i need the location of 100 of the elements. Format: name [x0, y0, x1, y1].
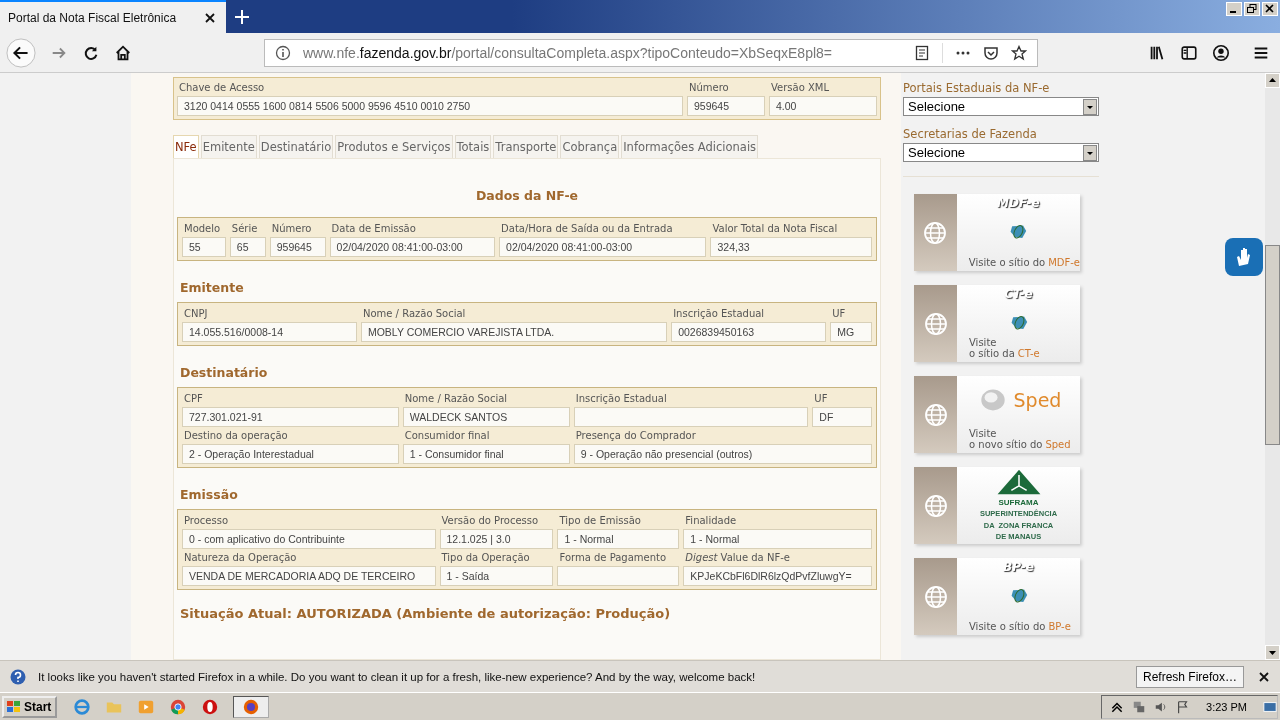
field-label: Forma de Pagamento [558, 551, 668, 565]
field-label: Série [230, 222, 259, 236]
field-value: VENDA DE MERCADORIA ADQ DE TERCEIRO [182, 566, 436, 586]
taskbar-app[interactable] [233, 695, 270, 718]
sidebar-icon[interactable] [1180, 43, 1198, 62]
refresh-button[interactable]: Refresh Firefox… [1135, 665, 1244, 688]
new-tab-icon[interactable] [234, 8, 250, 25]
logo-text: CT-e [1004, 287, 1033, 303]
field-label: Inscrição Estadual [672, 307, 766, 321]
account-icon[interactable] [1212, 43, 1230, 62]
field-value: 12.1.025 | 3.0 [439, 529, 554, 549]
field-value: 0 - com aplicativo do Contribuinte [182, 529, 436, 549]
globe-icon [923, 311, 948, 336]
home-icon[interactable] [114, 43, 132, 62]
tab[interactable]: Produtos e Serviços [335, 135, 453, 158]
flag-icon[interactable] [1176, 699, 1191, 714]
chrome-icon[interactable] [169, 697, 188, 716]
field-value: 1 - Consumidor final [402, 444, 570, 464]
info-icon[interactable] [275, 44, 291, 61]
field-value: 3120 0414 0555 1600 0814 5506 5000 9596 4510 0010 2750 [177, 96, 683, 116]
section-heading: Emissão [180, 487, 239, 502]
close-icon[interactable] [1258, 670, 1270, 683]
logo-text: BP-e [1003, 560, 1034, 576]
field-value: 14.055.516/0008-14 [182, 322, 357, 342]
banner-caption: o sítio da CT-e [969, 348, 1041, 359]
tab[interactable]: Totais [454, 135, 492, 158]
field-label: Chave de Acesso [178, 81, 266, 95]
field-value: MOBLY COMERCIO VAREJISTA LTDA. [360, 322, 668, 342]
star-icon[interactable] [1011, 44, 1027, 61]
field-value: 55 [182, 237, 226, 257]
tab[interactable]: Destinatário [258, 135, 334, 158]
field-label: Modelo [183, 222, 222, 236]
field-label: Data de Emissão [330, 222, 417, 236]
close-icon[interactable] [204, 11, 216, 24]
scroll-down-icon[interactable] [1265, 645, 1280, 660]
tab[interactable]: Informações Adicionais [621, 135, 759, 158]
restore-icon[interactable] [1244, 2, 1260, 16]
field-label: Destino da operação [183, 429, 289, 443]
field-value: 727.301.021-91 [182, 407, 399, 427]
field-label: Versão XML [770, 81, 830, 95]
tab[interactable]: NFe [173, 135, 199, 158]
dropdown[interactable]: Selecione [903, 97, 1099, 116]
browser-tab[interactable]: Portal da Nota Fiscal Eletrônica [0, 0, 226, 33]
accessibility-button[interactable] [1225, 238, 1263, 276]
field-value: 959645 [687, 96, 765, 116]
field-value: KPJeKCbFl6DlR6lzQdPvfZluwgY= [683, 566, 872, 586]
field-label: Data/Hora de Saída ou da Entrada [500, 222, 674, 236]
field-label: Inscrição Estadual [574, 392, 668, 406]
field-label: Digest Value da NF-e [684, 551, 791, 565]
field-value: WALDECK SANTOS [402, 407, 570, 427]
ring-app-icon[interactable] [201, 697, 220, 716]
field-value: 02/04/2020 08:41:00-03:00 [329, 237, 496, 257]
field-value: MG [830, 322, 872, 342]
banner-caption: Visite o sítio do BP-e [969, 621, 1072, 632]
clock: 3:23 PM [1206, 700, 1247, 713]
library-icon[interactable] [1148, 43, 1166, 62]
start-button[interactable]: Start [2, 695, 58, 718]
reader-view-icon[interactable] [914, 44, 930, 61]
triangle-emblem-icon [995, 469, 1042, 495]
field-label: Tipo de Emissão [558, 514, 642, 528]
globe-icon [923, 493, 948, 518]
field-label: Valor Total da Nota Fiscal [711, 222, 839, 236]
field-label: UF [831, 307, 847, 321]
select-label: Portais Estaduais da NF-e [903, 81, 1051, 97]
field-label: Número [270, 222, 313, 236]
help-icon [10, 668, 26, 685]
field-value: 02/04/2020 08:41:00-03:00 [499, 237, 707, 257]
pocket-icon[interactable] [983, 44, 999, 61]
field-value: DF [812, 407, 872, 427]
field-label: Tipo da Operação [440, 551, 531, 565]
globe-icon [923, 402, 948, 427]
notification-message: It looks like you haven't started Firefox in a while. Do you want to clean it up for a fresh, like-new experience? And by the way, welcome back! [38, 670, 757, 683]
network-icon[interactable] [1132, 699, 1147, 714]
field-label: Versão do Processo [440, 514, 540, 528]
minimize-icon[interactable] [1226, 2, 1242, 16]
section-heading: Emitente [180, 280, 245, 295]
banner-caption: Visite o sítio do MDF-e [968, 257, 1080, 268]
field-value: 324,33 [710, 237, 872, 257]
field-label: Natureza da Operação [183, 551, 298, 565]
address-bar[interactable]: www.nfe.fazenda.gov.br/portal/consultaCompleta.aspx?tipoConteudo=XbSeqxE8pl8= [264, 38, 1038, 67]
logo-text: Sped [1013, 388, 1062, 412]
field-label: CPF [183, 392, 204, 406]
logo-text: SUFRAMA [998, 497, 1039, 507]
tab[interactable]: Transporte [493, 135, 559, 158]
tab[interactable]: Cobrança [560, 135, 620, 158]
field-label: Presença do Comprador [574, 429, 697, 443]
panel-title: Dados da NF-e [474, 188, 580, 203]
scrollbar[interactable] [1265, 73, 1280, 660]
scroll-up-icon[interactable] [1265, 73, 1280, 88]
field-label: Processo [183, 514, 230, 528]
back-icon[interactable] [6, 37, 36, 68]
banner-caption: Visite [969, 428, 998, 439]
dropdown[interactable]: Selecione [903, 143, 1099, 162]
banner-caption: Visite [969, 337, 998, 348]
field-label: Número [688, 81, 730, 95]
tab[interactable]: Emitente [200, 135, 257, 158]
field-label: Consumidor final [403, 429, 491, 443]
globe-icon [923, 584, 948, 609]
show-desktop-icon[interactable] [1263, 699, 1277, 714]
field-value: 65 [229, 237, 266, 257]
